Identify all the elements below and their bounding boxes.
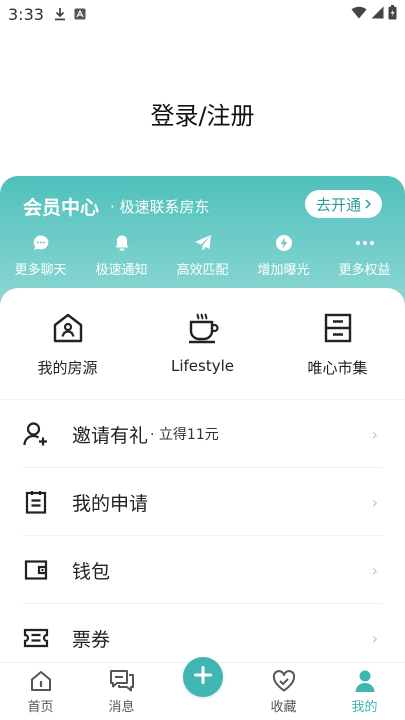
- menu-label: 票券: [72, 628, 111, 651]
- menu-sublabel: · 立得11元: [150, 427, 219, 443]
- clipboard-icon: [23, 489, 49, 515]
- benefit-exposure: 增加曝光: [243, 233, 324, 278]
- signal-icon: [371, 5, 384, 23]
- cabinet-icon: [324, 312, 352, 344]
- tab-label: 我的: [351, 700, 378, 715]
- tab-publish: [162, 657, 243, 720]
- chevron-right-icon: [365, 195, 372, 213]
- tab-messages[interactable]: 消息: [81, 663, 162, 720]
- member-center-title: 会员中心: [23, 197, 100, 219]
- open-membership-label: 去开通: [315, 195, 361, 214]
- status-time: 3:33: [8, 4, 44, 24]
- quick-label: 我的房源: [37, 359, 98, 377]
- invite-user-icon: [23, 421, 49, 447]
- app-notification-icon: [74, 8, 86, 20]
- profile-panel: 我的房源 Lifestyle 唯心市集 邀请有礼 · 立得11元 › 我的申请 …: [0, 288, 405, 672]
- menu-label: 我的申请: [72, 492, 149, 515]
- lightning-icon: [275, 233, 293, 253]
- benefit-label: 高效匹配: [176, 263, 229, 278]
- benefit-label: 更多权益: [338, 263, 391, 278]
- chevron-right-icon: ›: [371, 424, 378, 444]
- house-icon: [52, 312, 84, 344]
- benefit-label: 极速通知: [95, 263, 148, 278]
- quick-lifestyle[interactable]: Lifestyle: [135, 288, 270, 399]
- benefit-label: 更多聊天: [14, 263, 67, 278]
- benefit-label: 增加曝光: [257, 263, 310, 278]
- chat-bubble-icon: [32, 233, 50, 253]
- tab-home[interactable]: 首页: [0, 663, 81, 720]
- quick-label: Lifestyle: [170, 357, 234, 375]
- bottom-tab-bar: 首页 消息 收藏 我的: [0, 657, 405, 720]
- bell-icon: [114, 233, 130, 253]
- paper-plane-icon: [194, 233, 212, 253]
- member-benefits: 更多聊天 极速通知 高效匹配 增加曝光 更多权益: [0, 233, 405, 278]
- battery-icon: [388, 4, 397, 24]
- wallet-icon: [23, 557, 49, 583]
- tab-favorites[interactable]: 收藏: [243, 663, 324, 720]
- tab-label: 收藏: [270, 700, 297, 715]
- member-center-card[interactable]: 会员中心 · 极速联系房东 去开通 更多聊天 极速通知 高效匹配 增加曝光 更多…: [0, 176, 405, 306]
- member-center-subtitle: · 极速联系房东: [110, 198, 210, 216]
- more-dots-icon: [355, 233, 375, 253]
- plus-icon: [193, 666, 212, 688]
- menu-wallet[interactable]: 钱包 ›: [0, 536, 405, 604]
- quick-actions: 我的房源 Lifestyle 唯心市集: [0, 288, 405, 400]
- quick-market[interactable]: 唯心市集: [270, 288, 405, 399]
- benefit-match: 高效匹配: [162, 233, 243, 278]
- menu-invite[interactable]: 邀请有礼 · 立得11元 ›: [0, 400, 405, 468]
- login-register-link[interactable]: 登录/注册: [0, 96, 405, 131]
- menu-my-applications[interactable]: 我的申请 ›: [0, 468, 405, 536]
- download-icon: [54, 7, 66, 21]
- tab-label: 消息: [108, 700, 135, 715]
- tab-label: 首页: [27, 700, 54, 715]
- ticket-icon: [23, 625, 49, 651]
- wifi-icon: [351, 5, 367, 23]
- messages-icon: [109, 668, 135, 694]
- chevron-right-icon: ›: [371, 560, 378, 580]
- benefit-more-chat: 更多聊天: [0, 233, 81, 278]
- menu-label: 邀请有礼: [72, 424, 149, 447]
- benefit-fast-notify: 极速通知: [81, 233, 162, 278]
- status-bar: 3:33: [0, 0, 405, 28]
- user-icon: [354, 668, 376, 694]
- quick-my-listings[interactable]: 我的房源: [0, 288, 135, 399]
- quick-label: 唯心市集: [307, 359, 368, 377]
- coffee-cup-icon: [187, 312, 219, 344]
- chevron-right-icon: ›: [371, 492, 378, 512]
- home-icon: [30, 668, 52, 694]
- tab-mine[interactable]: 我的: [324, 663, 405, 720]
- open-membership-button[interactable]: 去开通: [304, 190, 382, 218]
- chevron-right-icon: ›: [371, 628, 378, 648]
- heart-icon: [272, 668, 296, 694]
- add-button[interactable]: [182, 657, 223, 697]
- benefit-more-rights: 更多权益: [324, 233, 405, 278]
- menu-label: 钱包: [72, 560, 111, 583]
